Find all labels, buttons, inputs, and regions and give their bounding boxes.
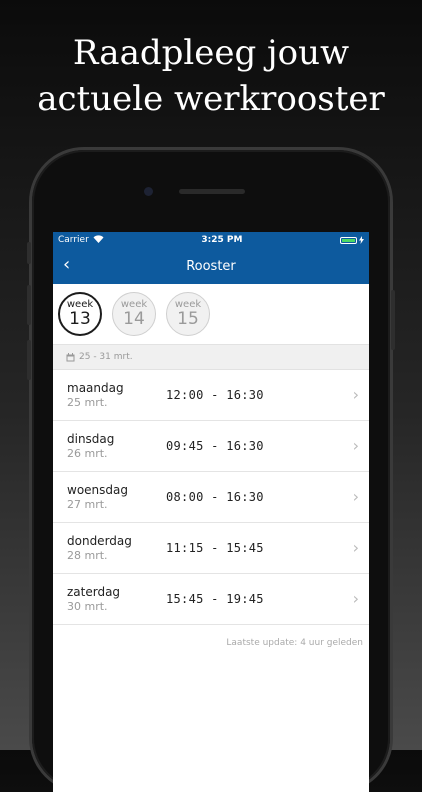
promo-headline: Raadpleeg jouw actuele werkrooster bbox=[0, 30, 422, 122]
headline-line-2: actuele werkrooster bbox=[37, 79, 385, 119]
app-screen: Carrier 3:25 PM ‹ Rooster week 13 week 1… bbox=[53, 232, 369, 792]
carrier-label: Carrier bbox=[58, 235, 89, 245]
week-selector: week 13 week 14 week 15 bbox=[53, 284, 369, 344]
chevron-right-icon: › bbox=[352, 538, 359, 557]
week-button-13[interactable]: week 13 bbox=[58, 292, 102, 336]
day-date: 27 mrt. bbox=[67, 497, 108, 511]
chevron-right-icon: › bbox=[352, 385, 359, 404]
shift-time: 11:15 - 15:45 bbox=[166, 541, 264, 555]
shift-time: 08:00 - 16:30 bbox=[166, 490, 264, 504]
week-button-15[interactable]: week 15 bbox=[166, 292, 210, 336]
schedule-row-maandag[interactable]: maandag 25 mrt. 12:00 - 16:30 › bbox=[53, 370, 369, 421]
status-bar: Carrier 3:25 PM bbox=[53, 232, 369, 248]
day-name: woensdag bbox=[67, 482, 128, 497]
shift-time: 09:45 - 16:30 bbox=[166, 439, 264, 453]
earpiece-speaker bbox=[179, 189, 245, 194]
day-date: 30 mrt. bbox=[67, 599, 108, 613]
week-number: 15 bbox=[177, 309, 199, 329]
front-camera bbox=[144, 187, 153, 196]
schedule-row-woensdag[interactable]: woensdag 27 mrt. 08:00 - 16:30 › bbox=[53, 472, 369, 523]
chevron-right-icon: › bbox=[352, 436, 359, 455]
schedule-row-dinsdag[interactable]: dinsdag 26 mrt. 09:45 - 16:30 › bbox=[53, 421, 369, 472]
volume-up-button bbox=[27, 285, 31, 325]
date-range-header: 25 - 31 mrt. bbox=[53, 344, 369, 370]
date-range-text: 25 - 31 mrt. bbox=[79, 352, 133, 362]
navigation-bar: ‹ Rooster bbox=[53, 248, 369, 284]
week-number: 13 bbox=[69, 309, 91, 329]
phone-frame: Carrier 3:25 PM ‹ Rooster week 13 week 1… bbox=[27, 150, 395, 792]
clock: 3:25 PM bbox=[201, 235, 243, 245]
shift-time: 15:45 - 19:45 bbox=[166, 592, 264, 606]
day-name: maandag bbox=[67, 380, 124, 395]
battery-icon bbox=[339, 236, 364, 244]
day-name: donderdag bbox=[67, 533, 132, 548]
day-date: 26 mrt. bbox=[67, 446, 108, 460]
last-update-text: Laatste update: 4 uur geleden bbox=[226, 638, 363, 648]
chevron-right-icon: › bbox=[352, 589, 359, 608]
back-chevron-icon[interactable]: ‹ bbox=[63, 256, 70, 274]
mute-switch bbox=[27, 242, 31, 264]
wifi-icon bbox=[93, 234, 104, 246]
power-button bbox=[391, 290, 395, 350]
week-button-14[interactable]: week 14 bbox=[112, 292, 156, 336]
day-date: 28 mrt. bbox=[67, 548, 108, 562]
week-number: 14 bbox=[123, 309, 145, 329]
schedule-row-donderdag[interactable]: donderdag 28 mrt. 11:15 - 15:45 › bbox=[53, 523, 369, 574]
day-name: dinsdag bbox=[67, 431, 115, 446]
headline-line-1: Raadpleeg jouw bbox=[72, 33, 350, 73]
schedule-row-zaterdag[interactable]: zaterdag 30 mrt. 15:45 - 19:45 › bbox=[53, 574, 369, 625]
day-name: zaterdag bbox=[67, 584, 121, 599]
volume-down-button bbox=[27, 340, 31, 380]
day-date: 25 mrt. bbox=[67, 395, 108, 409]
chevron-right-icon: › bbox=[352, 487, 359, 506]
charging-bolt-icon bbox=[358, 236, 364, 244]
shift-time: 12:00 - 16:30 bbox=[166, 388, 264, 402]
calendar-icon bbox=[66, 352, 75, 361]
page-title: Rooster bbox=[186, 258, 236, 274]
schedule-list: maandag 25 mrt. 12:00 - 16:30 › dinsdag … bbox=[53, 370, 369, 625]
